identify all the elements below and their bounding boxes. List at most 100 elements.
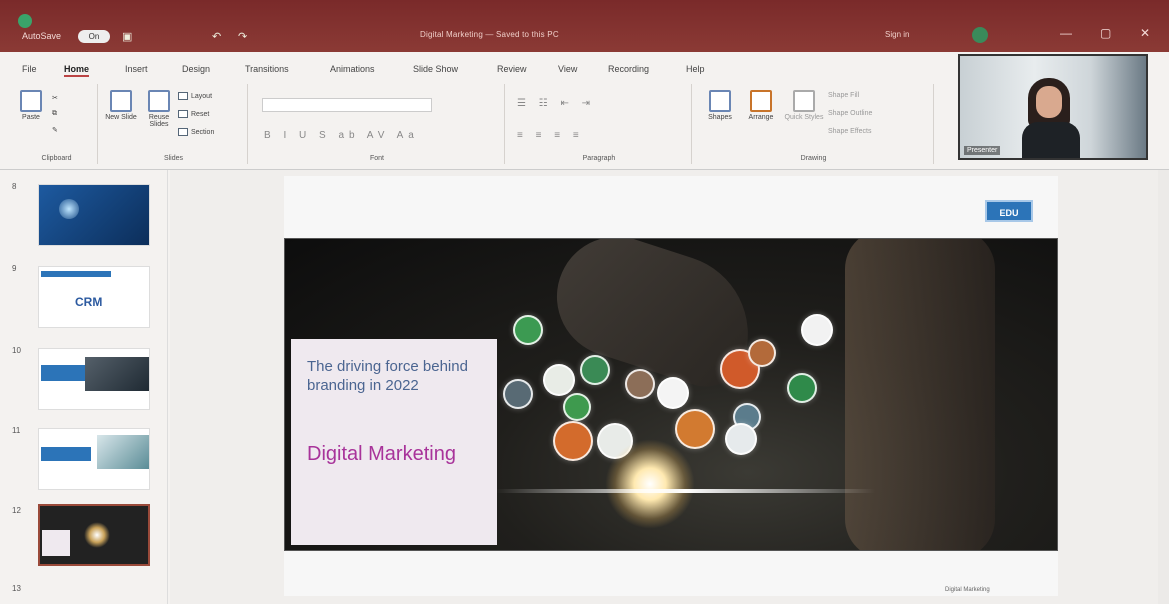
participant-face <box>1036 86 1062 118</box>
thumb-glow <box>84 522 110 548</box>
slide-number: 10 <box>12 346 21 355</box>
email-bubble-icon <box>787 373 817 403</box>
slide-thumbnail-8[interactable] <box>38 184 150 246</box>
title-card[interactable]: The driving force behind branding in 202… <box>291 339 497 545</box>
thumb-crm-text: CRM <box>75 295 103 309</box>
chart-bubble-icon <box>503 379 533 409</box>
pin-bubble-icon <box>748 339 776 367</box>
save-icon[interactable]: ▣ <box>122 30 132 43</box>
slide-number: 9 <box>12 264 17 273</box>
cut-icon[interactable]: ✂ <box>52 94 58 102</box>
slide-logo: EDU <box>985 200 1033 222</box>
social-bubble-icon <box>513 315 543 345</box>
align-icons[interactable]: ≡ ≡ ≡ ≡ <box>517 130 584 141</box>
format-painter-icon[interactable]: ✎ <box>52 126 58 134</box>
slides-label: Slides <box>163 155 184 162</box>
paste-icon <box>20 90 42 112</box>
font-label: Font <box>369 155 384 162</box>
slide-number: 11 <box>12 426 21 435</box>
shape-fill-button[interactable]: Shape Fill <box>828 92 859 99</box>
font-name-input[interactable] <box>262 98 432 112</box>
clock-bubble-icon <box>725 423 757 455</box>
chat-bubble-icon <box>543 364 575 396</box>
arrange-icon <box>750 90 772 112</box>
section-icon <box>178 128 188 136</box>
slide-subtitle: The driving force behind branding in 202… <box>307 358 468 394</box>
drawing-group: Shapes Arrange Quick Styles Shape Fill S… <box>694 84 934 164</box>
hand-shape-right <box>845 239 995 550</box>
copy-icon[interactable]: ⧉ <box>52 110 57 118</box>
tab-home[interactable]: Home <box>64 64 90 77</box>
document-title: Digital Marketing — Saved to this PC <box>420 30 559 39</box>
shape-effects-button[interactable]: Shape Effects <box>828 128 871 135</box>
app-icon[interactable] <box>18 14 32 28</box>
tab-transitions[interactable]: Transitions <box>245 64 289 74</box>
arrange-button[interactable]: Arrange <box>742 90 780 121</box>
autosave-label: AutoSave <box>22 31 62 41</box>
tab-help[interactable]: Help <box>686 64 705 74</box>
tab-review[interactable]: Review <box>497 64 527 74</box>
redo-icon[interactable]: ↷ <box>238 30 247 43</box>
shape-outline-button[interactable]: Shape Outline <box>828 110 872 117</box>
undo-icon[interactable]: ↶ <box>212 30 221 43</box>
slide-thumbnail-10[interactable] <box>38 348 150 410</box>
slides-group: New Slide Reuse Slides Layout Reset Sect… <box>100 84 248 164</box>
user-name[interactable]: Sign in <box>885 30 909 39</box>
clipboard-group: Paste ✂ ⧉ ✎ Clipboard <box>16 84 98 164</box>
slide-number: 13 <box>12 584 21 593</box>
tab-slide-show[interactable]: Slide Show <box>413 64 458 74</box>
slide-thumbnail-12[interactable] <box>38 504 150 566</box>
paragraph-group: ☰ ☷ ⇤ ⇥ ≡ ≡ ≡ ≡ Paragraph <box>507 84 692 164</box>
slide-thumbnail-11[interactable] <box>38 428 150 490</box>
tablet-glow <box>605 439 695 529</box>
thumb-banner <box>41 365 85 381</box>
layout-icon <box>178 92 188 100</box>
tab-view[interactable]: View <box>558 64 577 74</box>
reset-icon <box>178 110 188 118</box>
section-button[interactable]: Section <box>178 128 214 136</box>
thumb-text-card <box>42 530 70 556</box>
slide-number: 8 <box>12 182 17 191</box>
clipboard-label: Clipboard <box>41 155 72 162</box>
new-slide-button[interactable]: New Slide <box>104 90 138 121</box>
slide-thumbnail-9[interactable]: CRM <box>38 266 150 328</box>
slides-panel: 8 9 CRM 10 11 12 13 <box>0 170 168 604</box>
tab-recording[interactable]: Recording <box>608 64 649 74</box>
avatar[interactable] <box>972 27 988 43</box>
thumb-image <box>85 357 149 391</box>
quick-styles-icon <box>793 90 815 112</box>
quick-styles-button[interactable]: Quick Styles <box>784 90 824 121</box>
slide-headline: Digital Marketing <box>307 443 456 465</box>
drawing-label: Drawing <box>800 155 827 162</box>
autosave-toggle[interactable]: On <box>78 30 110 43</box>
layout-button[interactable]: Layout <box>178 92 212 100</box>
reset-button[interactable]: Reset <box>178 110 209 118</box>
participant-name: Presenter <box>964 146 1001 155</box>
close-icon[interactable]: ✕ <box>1140 26 1150 40</box>
vertical-scrollbar[interactable] <box>1158 170 1169 604</box>
participant-body <box>1022 122 1080 158</box>
video-call-window[interactable]: Presenter <box>958 54 1148 160</box>
tab-file[interactable]: File <box>22 64 37 74</box>
slide-number: 12 <box>12 506 21 515</box>
shapes-icon <box>709 90 731 112</box>
slide-footer: Digital Marketing <box>945 587 990 593</box>
reuse-slides-button[interactable]: Reuse Slides <box>142 90 176 128</box>
list-icons[interactable]: ☰ ☷ ⇤ ⇥ <box>517 98 595 109</box>
thumb-image <box>97 435 149 469</box>
phone-bubble-icon <box>625 369 655 399</box>
paste-button[interactable]: Paste <box>20 90 42 121</box>
thumb-banner <box>41 447 91 461</box>
tablet-edge-light <box>495 489 875 493</box>
title-bar: AutoSave On ▣ ↶ ↷ Digital Marketing — Sa… <box>0 0 1169 52</box>
thumb-banner <box>41 271 111 277</box>
shapes-button[interactable]: Shapes <box>702 90 738 121</box>
signal-bubble-icon <box>801 314 833 346</box>
minimize-icon[interactable]: — <box>1060 26 1072 40</box>
tab-insert[interactable]: Insert <box>125 64 148 74</box>
tab-animations[interactable]: Animations <box>330 64 375 74</box>
thumb-glow <box>59 199 79 219</box>
tab-design[interactable]: Design <box>182 64 210 74</box>
restore-icon[interactable]: ▢ <box>1100 26 1111 40</box>
font-format-icons[interactable]: B I U S ab AV Aa <box>264 130 419 141</box>
